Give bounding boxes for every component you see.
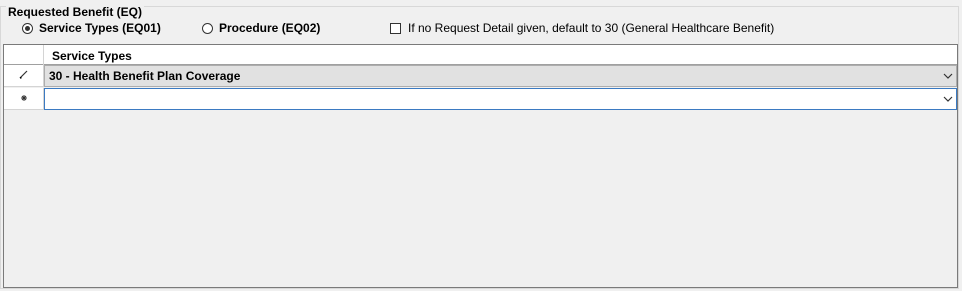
default-to-30-label: If no Request Detail given, default to 3… [408,21,775,35]
grid-header: Service Types [4,45,957,65]
service-types-label: Service Types (EQ01) [39,21,161,35]
table-row[interactable]: 30 - Health Benefit Plan Coverage [4,65,957,87]
new-service-type-combo[interactable] [44,88,957,110]
column-header-service-types[interactable]: Service Types [52,49,132,63]
procedure-label: Procedure (EQ02) [219,21,321,35]
service-type-value: 30 - Health Benefit Plan Coverage [49,69,241,83]
table-row[interactable] [4,88,957,110]
row-header-corner [4,45,44,65]
service-type-combo[interactable]: 30 - Health Benefit Plan Coverage [44,65,957,87]
service-types-grid: Service Types 30 - Health Benefit Plan C… [3,44,958,288]
chevron-down-icon[interactable] [940,66,956,86]
group-title: Requested Benefit (EQ) [6,5,145,19]
radio-checked-icon [22,22,33,34]
default-to-30-checkbox[interactable]: If no Request Detail given, default to 3… [390,21,774,35]
chevron-down-icon[interactable] [940,89,956,109]
service-types-radio[interactable]: Service Types (EQ01) [22,21,161,35]
procedure-radio[interactable]: Procedure (EQ02) [202,21,320,35]
checkbox-icon [390,22,401,34]
new-row-icon [4,88,44,110]
radio-unchecked-icon [202,22,213,34]
pencil-icon [4,65,44,87]
